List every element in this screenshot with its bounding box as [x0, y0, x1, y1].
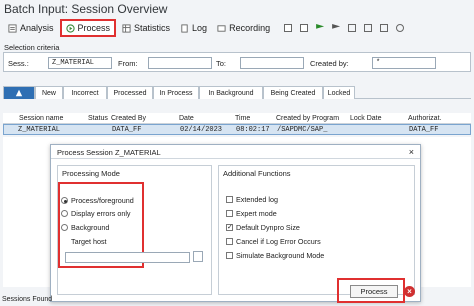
statistics-label: Statistics [134, 23, 171, 33]
analysis-button[interactable]: Analysis [4, 19, 58, 37]
process-session-dialog: Process Session Z_MATERIAL × Processing … [50, 144, 421, 303]
tab-in-process[interactable]: In Process [153, 86, 199, 99]
col-time[interactable]: Time [235, 115, 250, 122]
cancel-on-error-option[interactable]: Cancel if Log Error Occurs [226, 237, 321, 246]
default-dynpro-option[interactable]: ✓ Default Dynpro Size [226, 223, 300, 232]
analysis-label: Analysis [20, 23, 54, 33]
process-icon [65, 23, 75, 33]
mode-background-label: Background [71, 223, 110, 232]
extended-log-checkbox[interactable] [226, 196, 233, 203]
col-date[interactable]: Date [179, 115, 194, 122]
page-title: Batch Input: Session Overview [4, 2, 168, 16]
recording-label: Recording [229, 23, 271, 33]
created-by-label: Created by: [310, 59, 349, 68]
target-host-input[interactable] [65, 252, 190, 263]
default-dynpro-label: Default Dynpro Size [236, 223, 300, 232]
close-icon[interactable]: × [409, 147, 414, 157]
additional-functions-title: Additional Functions [223, 169, 291, 178]
recording-button[interactable]: Recording [213, 19, 274, 37]
target-host-label: Target host [71, 237, 107, 246]
table-row[interactable]: Z_MATERIAL DATA_FF 02/14/2023 08:02:17 /… [3, 124, 471, 135]
radio-errors-only[interactable] [61, 210, 68, 217]
selection-criteria-label: Selection criteria [4, 43, 60, 52]
log-label: Log [192, 23, 208, 33]
mode-background[interactable]: Background [61, 223, 109, 232]
to-date-input[interactable] [240, 57, 304, 69]
session-input[interactable]: Z_MATERIAL [48, 57, 112, 69]
default-dynpro-checkbox[interactable]: ✓ [226, 224, 233, 231]
cancel-on-error-checkbox[interactable] [226, 238, 233, 245]
status-bar: Sessions Found [2, 296, 53, 303]
process-toolbar-button[interactable]: Process [59, 19, 117, 37]
extended-log-label: Extended log [236, 195, 278, 204]
status-tabs: New Incorrect Processed In Process In Ba… [3, 86, 471, 99]
delete-icon[interactable] [380, 24, 389, 32]
tab-processed[interactable]: Processed [107, 86, 153, 99]
mode-foreground-label: Process/foreground [71, 196, 134, 205]
tab-all[interactable] [3, 86, 35, 99]
col-program[interactable]: Created by Program [276, 115, 339, 122]
sessions-table: Session name Status Created By Date Time… [3, 113, 471, 135]
flag-green-icon[interactable] [316, 24, 325, 29]
tab-in-background[interactable]: In Background [199, 86, 263, 99]
col-status[interactable]: Status [88, 115, 108, 122]
statistics-button[interactable]: Statistics [118, 19, 174, 37]
cell-date: 02/14/2023 [180, 126, 223, 134]
simulate-background-label: Simulate Background Mode [236, 251, 325, 260]
col-lock-date[interactable]: Lock Date [350, 115, 382, 122]
flag-icon[interactable] [332, 24, 341, 29]
tab-all-icon [15, 89, 23, 97]
statistics-icon [122, 23, 131, 33]
unlock-icon[interactable] [364, 24, 373, 32]
table-header: Session name Status Created By Date Time… [3, 113, 471, 124]
radio-background[interactable] [61, 224, 68, 231]
select-icon[interactable] [284, 24, 293, 32]
toolbar: Analysis Process Statistics Log Recordin… [0, 17, 474, 39]
cell-created-by: DATA_FF [112, 126, 142, 134]
value-help-icon[interactable] [193, 251, 203, 262]
processing-mode-title: Processing Mode [62, 169, 120, 178]
tab-incorrect[interactable]: Incorrect [63, 86, 107, 99]
extended-log-option[interactable]: Extended log [226, 195, 278, 204]
to-label: To: [216, 59, 227, 68]
expert-mode-option[interactable]: Expert mode [226, 209, 277, 218]
cell-authorization: DATA_FF [409, 126, 439, 134]
refresh-icon[interactable] [396, 24, 405, 32]
recording-icon [217, 24, 226, 32]
expert-mode-label: Expert mode [236, 209, 277, 218]
created-by-input[interactable]: * [372, 57, 436, 69]
cell-time: 08:02:17 [236, 126, 270, 134]
process-label: Process [77, 23, 111, 33]
lock-icon[interactable] [348, 24, 357, 32]
tab-locked[interactable]: Locked [323, 86, 355, 99]
cell-program: /SAPDMC/SAP_ [277, 126, 328, 134]
from-label: From: [118, 59, 138, 68]
simulate-background-option[interactable]: Simulate Background Mode [226, 251, 324, 260]
dialog-titlebar: Process Session Z_MATERIAL × [51, 145, 420, 159]
col-session-name[interactable]: Session name [19, 115, 63, 122]
log-button[interactable]: Log [176, 19, 211, 37]
log-icon [181, 23, 188, 33]
mode-errors-only-label: Display errors only [71, 209, 131, 218]
expert-mode-checkbox[interactable] [226, 210, 233, 217]
tab-being-created[interactable]: Being Created [263, 86, 323, 99]
tab-new[interactable]: New [35, 86, 63, 99]
analysis-icon [8, 23, 17, 33]
cancel-on-error-label: Cancel if Log Error Occurs [236, 237, 321, 246]
toolbar-icon-group [284, 24, 405, 32]
selection-criteria-panel: Sess.: Z_MATERIAL From: To: Created by: … [3, 52, 471, 72]
cell-session: Z_MATERIAL [18, 126, 61, 134]
deselect-icon[interactable] [300, 24, 309, 32]
radio-foreground[interactable] [61, 197, 68, 204]
session-label: Sess.: [8, 59, 29, 68]
col-authorization[interactable]: Authorizat. [408, 115, 441, 122]
dialog-title: Process Session Z_MATERIAL [57, 148, 161, 157]
mode-errors-only[interactable]: Display errors only [61, 209, 131, 218]
mode-foreground[interactable]: Process/foreground [61, 196, 134, 205]
col-created-by[interactable]: Created By [111, 115, 146, 122]
from-date-input[interactable] [148, 57, 212, 69]
simulate-background-checkbox[interactable] [226, 252, 233, 259]
